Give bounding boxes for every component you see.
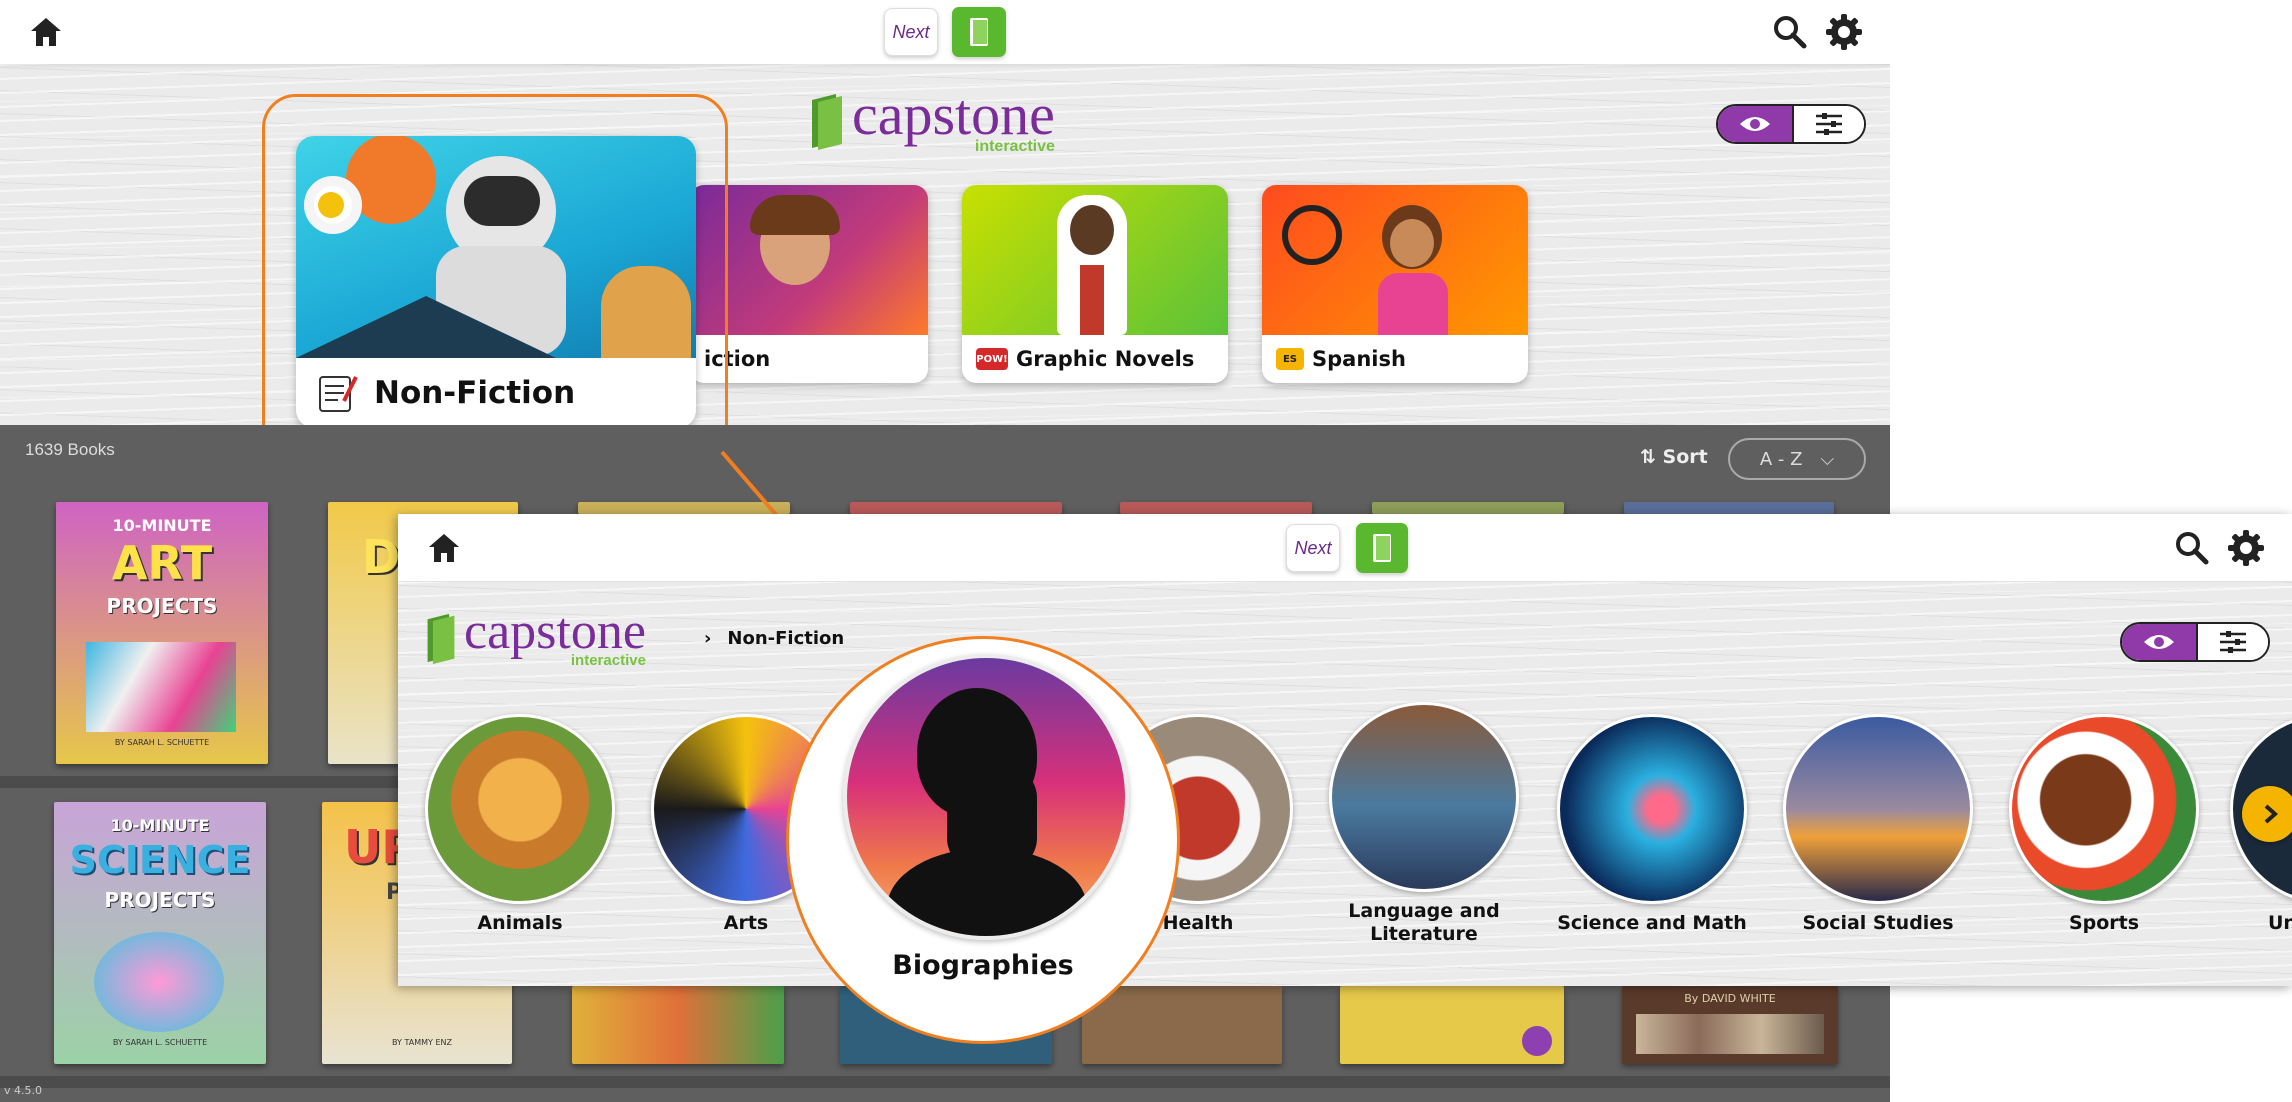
eye-icon[interactable] xyxy=(2122,624,2196,660)
subcategory-language-and-literature[interactable]: Language and Literature xyxy=(1322,702,1526,946)
composite-screenshot: Next capstone interactive iction POW! Gr… xyxy=(0,0,2292,1102)
gear-icon[interactable] xyxy=(2224,526,2268,570)
subcategory-biographies[interactable] xyxy=(843,654,1129,940)
home-icon[interactable] xyxy=(424,530,464,566)
logo-wordmark: capstone xyxy=(464,603,646,660)
social-studies-image xyxy=(1783,714,1973,904)
chevron-right-icon: › xyxy=(704,628,712,649)
animals-image xyxy=(425,714,615,904)
carousel-next-button[interactable] xyxy=(2242,786,2292,842)
chevron-right-icon xyxy=(2264,804,2279,824)
logo-book-icon xyxy=(427,613,455,664)
view-toggle[interactable] xyxy=(2120,622,2270,662)
subcategory-label: Un xyxy=(2268,912,2292,934)
breadcrumb-item[interactable]: Non-Fiction xyxy=(727,628,844,649)
subcategory-sports[interactable]: Sports xyxy=(2004,714,2204,935)
language-and-literature-image xyxy=(1329,702,1519,892)
subcategory-label: Science and Math xyxy=(1557,912,1747,934)
foreground-screen: Next capstone interactive › Non-Fiction xyxy=(398,514,2292,986)
subcategory-label-biographies: Biographies xyxy=(892,950,1074,981)
subcategory-label: Animals xyxy=(477,912,563,934)
capstone-logo: capstone interactive xyxy=(424,606,646,669)
book-icon[interactable] xyxy=(1356,523,1408,573)
next-button[interactable]: Next xyxy=(1286,524,1340,572)
subcategory-label: Social Studies xyxy=(1802,912,1954,934)
science-and-math-image xyxy=(1557,714,1747,904)
subcategory-label: Language and Literature xyxy=(1348,900,1500,945)
subcategory-animals[interactable]: Animals xyxy=(420,714,620,935)
filter-icon[interactable] xyxy=(2196,624,2268,660)
breadcrumb: › Non-Fiction xyxy=(704,628,844,649)
search-icon[interactable] xyxy=(2172,528,2212,568)
top-bar: Next xyxy=(398,514,2292,582)
subcategory-science-and-math[interactable]: Science and Math xyxy=(1552,714,1752,935)
subcategory-social-studies[interactable]: Social Studies xyxy=(1778,714,1978,935)
sports-image xyxy=(2009,714,2199,904)
subcategory-label: Sports xyxy=(2068,912,2140,934)
